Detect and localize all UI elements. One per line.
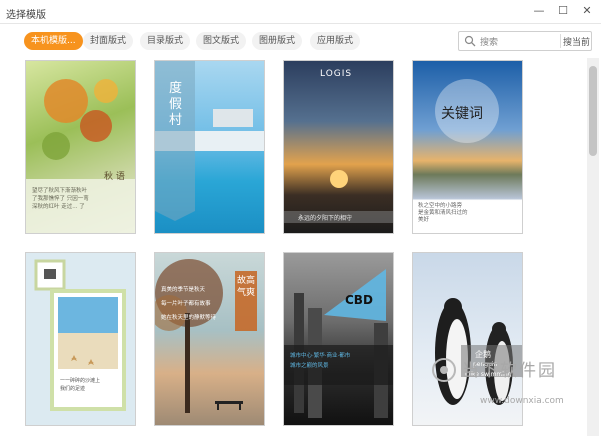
window-title: 选择模版 [6, 10, 46, 21]
city-skyline-image [284, 269, 393, 418]
search-scope-dropdown[interactable]: 搜当前 [563, 35, 590, 48]
card-body: 城市中心·繁华·商业·都市 城市之巅的风景 [290, 353, 351, 369]
watermark-name: 当下软件园 [462, 361, 557, 381]
search-icon [464, 35, 476, 47]
card-body: 永远的夕阳下的相守 [298, 215, 353, 222]
title-bar: 选择模版 — ☐ ✕ [0, 0, 601, 24]
search-box[interactable]: 搜索 搜当前 [458, 31, 592, 51]
template-card[interactable]: CBD 城市中心·繁华·商业·都市 城市之巅的风景 [283, 252, 394, 426]
card-body: 望尽了秋风下渐渐秋叶 了我那憔悴了 只因一弯 深秋的红叶 走过... 了 [32, 188, 89, 210]
card-title: 故高气爽 [237, 276, 256, 298]
tab-toc-layout[interactable]: 目录版式 [140, 32, 191, 50]
card-title: LOGIS [320, 69, 353, 79]
toolbar: 本机模版... 封面版式 目录版式 图文版式 图册版式 应用版式 搜索 搜当前 [0, 24, 601, 58]
card-body: 一一碎碎的沙滩上 我们的足迹 [60, 378, 101, 392]
card-title: 度假村 [169, 81, 183, 128]
template-card[interactable]: 一一碎碎的沙滩上 我们的足迹 [25, 252, 136, 426]
card-body: 真美的季节是秋天 每一片叶子都有故事 她在秋天里的静默等待 [161, 287, 217, 321]
watermark-logo-icon [432, 358, 456, 382]
template-card[interactable]: LOGIS 永远的夕阳下的相守 [283, 60, 394, 234]
vertical-scrollbar[interactable] [587, 58, 599, 436]
search-divider [560, 34, 561, 48]
minimize-button[interactable]: — [529, 2, 549, 20]
close-button[interactable]: ✕ [577, 2, 597, 20]
sunset-image [284, 170, 393, 223]
template-card[interactable]: 关键词 秋之空中的小路旁 是金黄和清风扫过的 美好 [412, 60, 523, 234]
scrollbar-thumb[interactable] [589, 66, 597, 156]
tab-album-layout[interactable]: 图册版式 [252, 32, 303, 50]
card-title: CBD [345, 293, 373, 307]
template-card[interactable]: 度假村 [154, 60, 265, 234]
tab-cover-layout[interactable]: 封面版式 [83, 32, 134, 50]
maximize-button[interactable]: ☐ [553, 2, 573, 20]
watermark-url: www.downxia.com [480, 396, 564, 406]
tab-local-templates[interactable]: 本机模版... [24, 32, 83, 50]
template-card[interactable]: 秋 语 望尽了秋风下渐渐秋叶 了我那憔悴了 只因一弯 深秋的红叶 走过... 了 [25, 60, 136, 234]
tab-image-text-layout[interactable]: 图文版式 [196, 32, 247, 50]
card-title: 关键词 [441, 106, 483, 122]
search-input[interactable]: 搜索 [480, 35, 498, 48]
tab-app-layout[interactable]: 应用版式 [310, 32, 361, 50]
template-card[interactable]: 故高气爽 真美的季节是秋天 每一片叶子都有故事 她在秋天里的静默等待 [154, 252, 265, 426]
beach-frame-image [34, 259, 126, 411]
card-body: 秋之空中的小路旁 是金黄和清风扫过的 美好 [418, 203, 468, 223]
card-title: 秋 语 [104, 172, 125, 182]
